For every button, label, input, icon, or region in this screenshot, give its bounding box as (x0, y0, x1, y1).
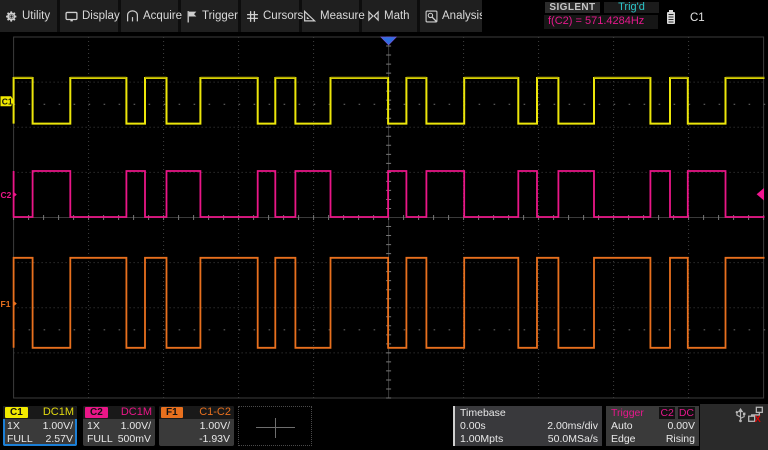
svg-text:C2: C2 (1, 190, 12, 200)
svg-text:C1: C1 (2, 97, 13, 107)
svg-text:X: X (755, 414, 762, 423)
svg-text:F1: F1 (1, 299, 11, 309)
